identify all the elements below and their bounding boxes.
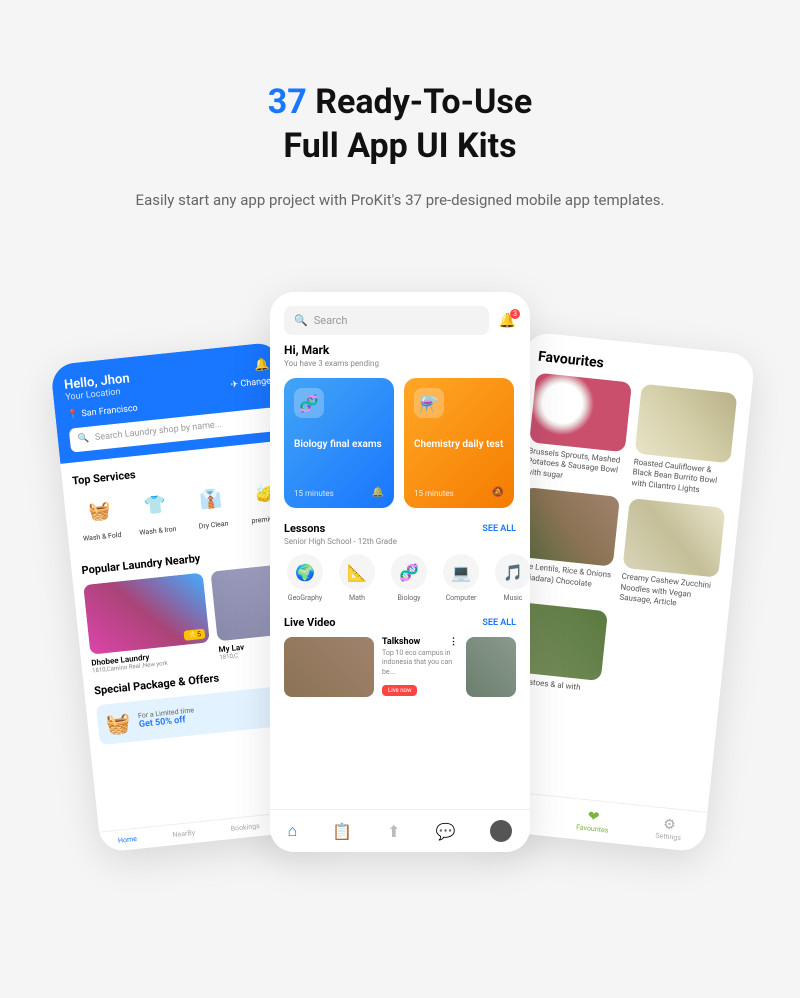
see-all-link[interactable]: SEE ALL [482,524,516,534]
wash-fold-icon: 🧺 [80,492,120,532]
lesson-geography[interactable]: 🌍GeoGraphy [284,554,326,602]
pending-exams-text: You have 3 exams pending [270,357,530,378]
greeting-text: Hi, Mark [270,343,530,357]
avatar[interactable] [490,820,512,842]
hero-section: 37 Ready-To-Use Full App UI Kits Easily … [0,0,800,252]
bell-icon[interactable]: 🔔 [253,357,269,372]
globe-icon: 🌍 [287,554,323,590]
hero-subtitle: Easily start any app project with ProKit… [60,188,740,212]
lessons-row: 🌍GeoGraphy 📐Math 🧬Biology 💻Computer 🎵Mus… [270,554,530,602]
offer-icon: 🧺 [105,710,132,736]
nav-favourites[interactable]: ❤Favourites [576,808,611,835]
search-placeholder: Search Laundry shop by name... [95,420,223,443]
lesson-computer[interactable]: 💻Computer [440,554,482,602]
see-all-link[interactable]: SEE ALL [482,618,516,628]
wash-iron-icon: 👕 [135,486,175,526]
nav-home[interactable]: Home [118,835,138,845]
food-image [517,488,620,568]
change-location-button[interactable]: ✈ Change [230,377,271,391]
live-badge: Live now [382,685,417,696]
food-item[interactable]: Creamy Cashew Zucchini Noodles with Vega… [619,499,725,614]
dna-icon: 🧬 [391,554,427,590]
food-item[interactable]: Brussels Sprouts, Mashed Potatoes & Saus… [526,373,632,488]
hero-number: 37 [268,82,307,122]
video-info[interactable]: Talkshow⋮ Top 10 eco campus in indonesia… [382,637,458,697]
bottom-nav: ⌂ 📋 ⬆ 💬 [270,809,530,852]
section-lessons: Lessons [284,522,325,535]
ruler-icon: 📐 [339,554,375,590]
search-input[interactable]: 🔍Search [284,306,489,335]
reminder-icon[interactable]: 🔔 [372,487,384,498]
reminder-icon[interactable]: 🔕 [492,487,504,498]
live-video-row: Talkshow⋮ Top 10 eco campus in indonesia… [270,631,530,703]
search-icon: 🔍 [77,434,89,445]
service-item[interactable]: 👕Wash & Iron [129,485,182,538]
education-app-mockup: 🔍Search 🔔3 Hi, Mark You have 3 exams pen… [270,292,530,852]
service-item[interactable]: 🧺Wash & Fold [74,491,127,544]
food-item[interactable]: Roasted Cauliflower & Black Bean Burrito… [631,384,737,499]
dna-icon: 🧬 [294,388,324,418]
video-thumbnail[interactable] [466,637,516,697]
nav-upload-icon[interactable]: ⬆ [387,822,400,841]
nav-settings[interactable]: ⚙Settings [655,816,683,843]
nav-chat-icon[interactable]: 💬 [436,822,456,841]
section-live-video: Live Video [284,616,335,629]
notification-badge: 3 [510,309,520,319]
more-icon[interactable]: ⋮ [449,637,458,647]
lesson-music[interactable]: 🎵Music [492,554,530,602]
phone-showcase: Hello, Jhon Your Location 🔔 ✈ Change 📍Sa… [0,262,800,962]
notification-bell-icon[interactable]: 🔔3 [499,313,516,329]
video-thumbnail[interactable] [284,637,374,697]
food-image [635,384,738,464]
pin-icon: 📍 [67,410,79,421]
lessons-subtitle: Senior High School - 12th Grade [270,537,530,554]
exam-card-biology[interactable]: 🧬 Biology final exams 15 minutes 🔔 [284,378,394,508]
exam-card-chemistry[interactable]: ⚗️ Chemistry daily test 15 minutes 🔕 [404,378,514,508]
flask-icon: ⚗️ [414,388,444,418]
music-icon: 🎵 [495,554,530,590]
nav-clipboard-icon[interactable]: 📋 [332,822,352,841]
service-item[interactable]: 👔Dry Clean [185,479,238,532]
lesson-math[interactable]: 📐Math [336,554,378,602]
nav-home-icon[interactable]: ⌂ [288,821,298,841]
search-icon: 🔍 [294,314,308,327]
lesson-biology[interactable]: 🧬Biology [388,554,430,602]
dry-clean-icon: 👔 [191,480,231,520]
nav-bookings[interactable]: Bookings [230,822,260,833]
rating-badge: ⭐5 [184,629,206,641]
exams-row: 🧬 Biology final exams 15 minutes 🔔 ⚗️ Ch… [270,378,530,508]
hero-title: 37 Ready-To-Use Full App UI Kits [60,80,740,168]
laundry-card[interactable]: ⭐5 Dhobee Laundry 1810,Camino Real ,New … [83,573,212,675]
food-image [623,499,726,579]
food-image [529,373,632,453]
nav-nearby[interactable]: NearBy [172,829,195,839]
nearby-row: ⭐5 Dhobee Laundry 1810,Camino Real ,New … [83,564,301,675]
laundry-image: ⭐5 [83,573,210,655]
computer-icon: 💻 [443,554,479,590]
